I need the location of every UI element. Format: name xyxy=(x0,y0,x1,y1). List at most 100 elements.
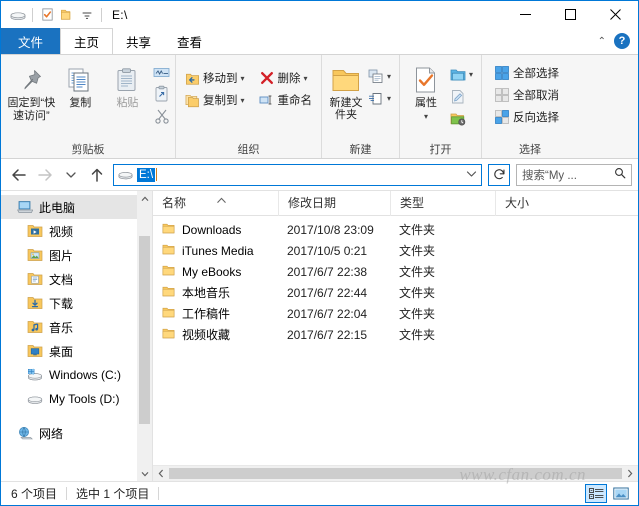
sidebar-item-my-tools-d[interactable]: My Tools (D:) xyxy=(1,387,137,411)
file-date: 2017/6/7 22:15 xyxy=(287,327,368,342)
properties-label: 属性 xyxy=(414,97,437,109)
chevron-down-icon[interactable]: ▾ xyxy=(241,96,245,105)
sidebar-item-network[interactable]: 网络 xyxy=(1,421,137,445)
sidebar-item-pictures[interactable]: 图片 xyxy=(1,243,137,267)
pictures-folder-icon xyxy=(27,247,43,263)
sidebar-item-downloads[interactable]: 下载 xyxy=(1,291,137,315)
customize-qat-dropdown-icon[interactable] xyxy=(77,5,97,25)
rename-icon xyxy=(259,92,275,108)
videos-folder-icon xyxy=(27,223,43,239)
tab-home[interactable]: 主页 xyxy=(60,28,114,54)
rename-button[interactable]: 重命名 xyxy=(256,89,316,111)
easy-access-button[interactable]: ▾ xyxy=(365,87,394,109)
collapse-ribbon-icon[interactable]: ⌃ xyxy=(598,36,606,47)
copy-to-button[interactable]: 复制到 ▾ xyxy=(181,89,248,111)
column-header-name[interactable]: 名称 xyxy=(153,191,278,216)
move-to-button[interactable]: 移动到 ▾ xyxy=(181,67,248,89)
drive-icon xyxy=(116,167,134,182)
view-mode-buttons xyxy=(585,484,638,503)
search-icon[interactable] xyxy=(614,167,626,182)
search-input[interactable]: 搜索“My ... xyxy=(516,163,632,186)
sidebar-item-label: 网络 xyxy=(39,426,64,441)
folder-icon xyxy=(162,243,175,259)
file-type: 文件夹 xyxy=(399,223,436,237)
select-all-button[interactable]: 全部选择 xyxy=(491,62,562,84)
sidebar-item-this-pc[interactable]: 此电脑 xyxy=(1,195,137,219)
ribbon-group-clipboard-title: 剪贴板 xyxy=(71,144,105,156)
forward-button[interactable] xyxy=(33,163,57,187)
ribbon-group-organize-title: 组织 xyxy=(237,144,260,156)
column-header-type[interactable]: 类型 xyxy=(390,190,495,216)
back-button[interactable] xyxy=(7,163,31,187)
scroll-down-icon[interactable] xyxy=(137,466,152,481)
scrollbar-thumb[interactable] xyxy=(169,468,622,479)
close-button[interactable] xyxy=(593,1,638,28)
copy-path-icon[interactable] xyxy=(153,63,170,83)
chevron-down-icon[interactable]: ▾ xyxy=(424,110,428,123)
move-to-label: 移动到 xyxy=(203,73,238,85)
sidebar-item-videos[interactable]: 视频 xyxy=(1,219,137,243)
large-icons-view-icon[interactable] xyxy=(610,484,632,503)
history-button[interactable] xyxy=(447,107,476,129)
table-row[interactable]: Downloads 2017/10/8 23:09 文件夹 xyxy=(153,219,638,240)
chevron-down-icon[interactable]: ▾ xyxy=(304,74,308,83)
chevron-down-icon[interactable]: ▾ xyxy=(387,72,391,81)
file-name: 视频收藏 xyxy=(182,328,231,342)
folder-icon xyxy=(162,327,175,343)
cut-icon[interactable] xyxy=(153,105,170,127)
refresh-button[interactable] xyxy=(488,163,510,186)
new-folder-button[interactable]: 新建文件夹 xyxy=(327,61,365,121)
table-row[interactable]: iTunes Media 2017/10/5 0:21 文件夹 xyxy=(153,240,638,261)
table-row[interactable]: 视频收藏 2017/6/7 22:15 文件夹 xyxy=(153,324,638,345)
invert-selection-button[interactable]: 反向选择 xyxy=(491,106,562,128)
scroll-left-icon[interactable] xyxy=(153,466,169,482)
help-icon[interactable]: ? xyxy=(614,33,630,49)
tab-view[interactable]: 查看 xyxy=(164,28,215,54)
new-item-button[interactable]: ▾ xyxy=(365,65,394,87)
edit-button[interactable] xyxy=(447,85,476,107)
pin-to-quick-access-label: 固定到“快速访问” xyxy=(7,97,56,122)
this-pc-icon xyxy=(17,199,33,215)
text-cursor xyxy=(156,168,158,181)
new-folder-icon[interactable] xyxy=(57,5,77,25)
address-path-text[interactable]: E:\ xyxy=(137,167,156,182)
select-none-button[interactable]: 全部取消 xyxy=(491,84,562,106)
scrollbar-thumb[interactable] xyxy=(139,236,150,424)
table-row[interactable]: 工作稿件 2017/6/7 22:04 文件夹 xyxy=(153,303,638,324)
window-controls xyxy=(503,1,638,28)
properties-button[interactable]: 属性 ▾ xyxy=(405,61,447,123)
column-header-date-modified[interactable]: 修改日期 xyxy=(278,190,390,216)
paste-button[interactable]: 粘贴 xyxy=(104,61,151,110)
sidebar-item-windows-c[interactable]: Windows (C:) xyxy=(1,363,137,387)
properties-icon[interactable] xyxy=(37,5,57,25)
navigation-pane-scrollbar[interactable] xyxy=(137,191,152,481)
sidebar-item-label: 此电脑 xyxy=(39,200,76,215)
table-row[interactable]: 本地音乐 2017/6/7 22:44 文件夹 xyxy=(153,282,638,303)
sidebar-item-desktop[interactable]: 桌面 xyxy=(1,339,137,363)
recent-locations-button[interactable] xyxy=(59,163,83,187)
sidebar-item-music[interactable]: 音乐 xyxy=(1,315,137,339)
status-separator-2 xyxy=(158,487,160,500)
paste-shortcut-icon[interactable] xyxy=(153,83,170,105)
up-button[interactable] xyxy=(85,163,109,187)
chevron-down-icon[interactable]: ▾ xyxy=(469,70,473,79)
address-dropdown-icon[interactable] xyxy=(463,170,479,180)
address-bar[interactable]: E:\ xyxy=(113,163,482,186)
table-row[interactable]: My eBooks 2017/6/7 22:38 文件夹 xyxy=(153,261,638,282)
maximize-button[interactable] xyxy=(548,1,593,28)
scroll-up-icon[interactable] xyxy=(137,191,152,206)
details-view-icon[interactable] xyxy=(585,484,607,503)
chevron-down-icon[interactable]: ▾ xyxy=(241,74,245,83)
tab-share[interactable]: 共享 xyxy=(113,28,164,54)
tab-file[interactable]: 文件 xyxy=(1,28,61,54)
open-button[interactable]: ▾ xyxy=(447,63,476,85)
column-header-size[interactable]: 大小 xyxy=(495,190,575,216)
pin-to-quick-access-button[interactable]: 固定到“快速访问” xyxy=(6,61,57,123)
scroll-right-icon[interactable] xyxy=(622,466,638,482)
horizontal-scrollbar[interactable] xyxy=(153,465,638,481)
delete-button[interactable]: 删除 ▾ xyxy=(256,67,316,89)
chevron-down-icon[interactable]: ▾ xyxy=(387,94,391,103)
sidebar-item-documents[interactable]: 文档 xyxy=(1,267,137,291)
minimize-button[interactable] xyxy=(503,1,548,28)
copy-button[interactable]: 复制 xyxy=(57,61,104,110)
